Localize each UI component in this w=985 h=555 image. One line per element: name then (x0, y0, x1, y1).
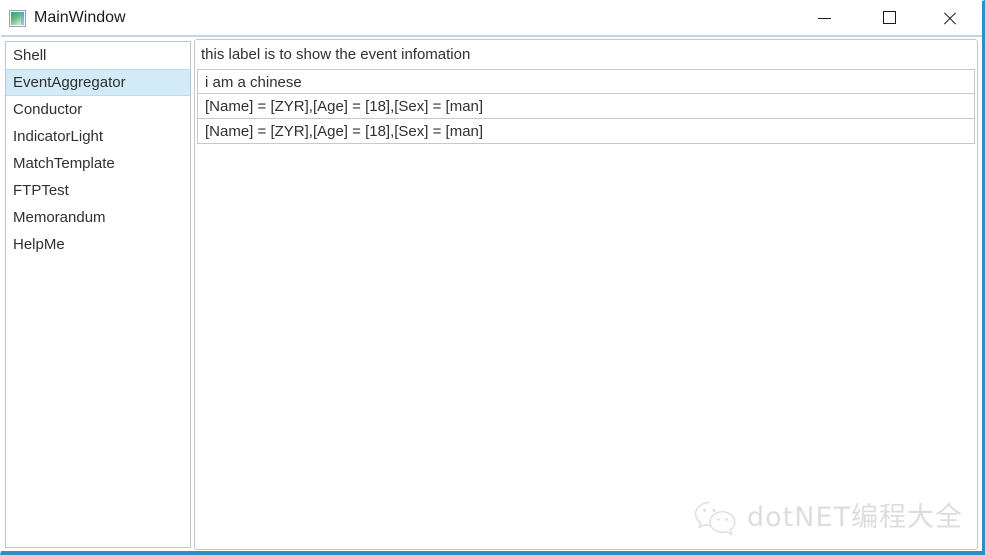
main-window: MainWindow Shell EventAggregator Conduct… (0, 0, 985, 555)
event-list[interactable]: i am a chinese [Name] = [ZYR],[Age] = [1… (197, 69, 975, 144)
window-title: MainWindow (34, 9, 126, 26)
sidebar-list[interactable]: Shell EventAggregator Conductor Indicato… (5, 41, 191, 548)
app-icon-blue-bar (21, 12, 24, 25)
event-info-label: this label is to show the event infomati… (201, 46, 471, 63)
minimize-button[interactable] (801, 1, 847, 35)
list-item[interactable]: [Name] = [ZYR],[Age] = [18],[Sex] = [man… (197, 119, 975, 144)
window-content: Shell EventAggregator Conductor Indicato… (1, 39, 982, 551)
list-item[interactable]: [Name] = [ZYR],[Age] = [18],[Sex] = [man… (197, 94, 975, 119)
wechat-icon (694, 501, 736, 536)
maximize-button[interactable] (867, 1, 913, 35)
event-panel: this label is to show the event infomati… (194, 39, 978, 550)
sidebar-item-ftptest[interactable]: FTPTest (6, 177, 190, 204)
app-icon-green-square (11, 12, 21, 25)
close-icon (942, 10, 958, 26)
sidebar-item-eventaggregator[interactable]: EventAggregator (6, 69, 190, 96)
minimize-icon (818, 18, 831, 19)
maximize-icon (883, 11, 896, 24)
sidebar-item-shell[interactable]: Shell (6, 42, 190, 69)
app-icon (9, 10, 26, 27)
sidebar-item-conductor[interactable]: Conductor (6, 96, 190, 123)
sidebar-item-indicatorlight[interactable]: IndicatorLight (6, 123, 190, 150)
list-item[interactable]: i am a chinese (197, 69, 975, 94)
sidebar-item-matchtemplate[interactable]: MatchTemplate (6, 150, 190, 177)
close-button[interactable] (927, 1, 973, 35)
watermark: dotNET编程大全 (693, 499, 963, 537)
title-bar: MainWindow (1, 1, 982, 37)
watermark-text: dotNET编程大全 (747, 502, 963, 533)
sidebar-item-helpme[interactable]: HelpMe (6, 231, 190, 258)
sidebar-item-memorandum[interactable]: Memorandum (6, 204, 190, 231)
